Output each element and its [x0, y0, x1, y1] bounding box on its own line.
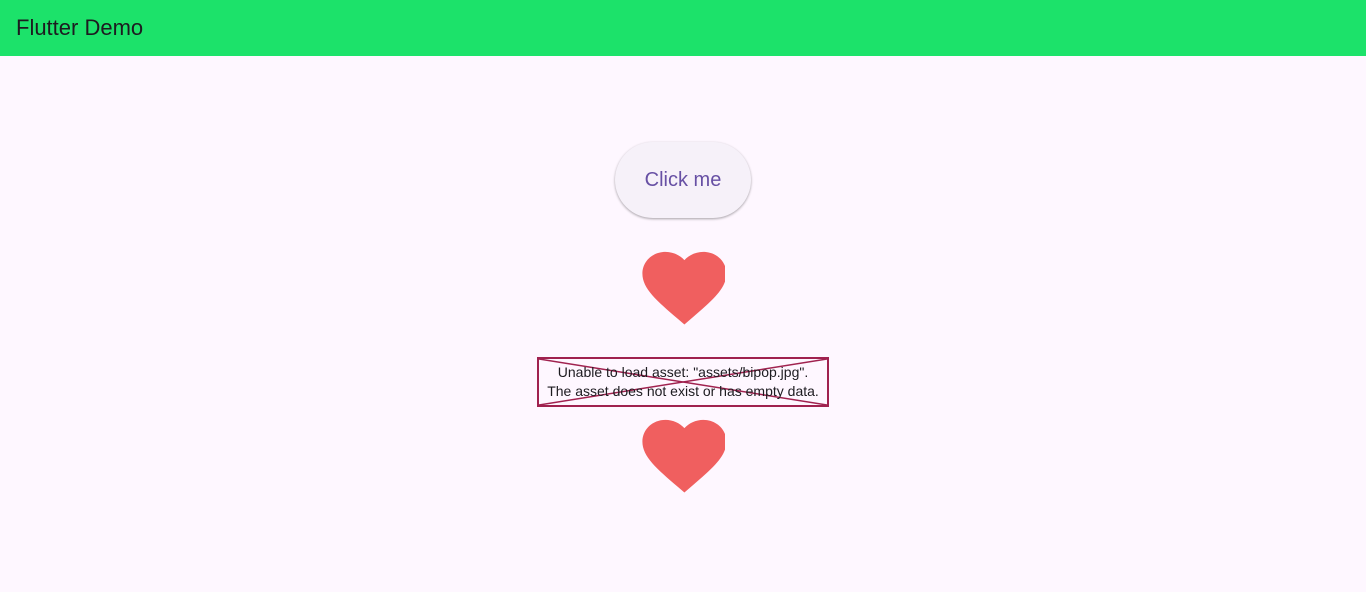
image-error-line-2: The asset does not exist or has empty da…	[547, 383, 819, 399]
image-error-placeholder: Unable to load asset: "assets/bipop.jpg"…	[537, 357, 829, 407]
app-bar-title: Flutter Demo	[16, 15, 144, 40]
heart-icon	[641, 250, 725, 328]
image-error-line-1: Unable to load asset: "assets/bipop.jpg"…	[557, 364, 809, 380]
main-content: Click me Unable to load asset: "assets/b…	[0, 56, 1366, 592]
image-error-message: Unable to load asset: "assets/bipop.jpg"…	[539, 359, 827, 405]
heart-icon	[641, 418, 725, 496]
app-bar: Flutter Demo	[0, 0, 1366, 56]
click-me-button[interactable]: Click me	[615, 142, 751, 218]
click-me-button-label: Click me	[644, 168, 722, 191]
